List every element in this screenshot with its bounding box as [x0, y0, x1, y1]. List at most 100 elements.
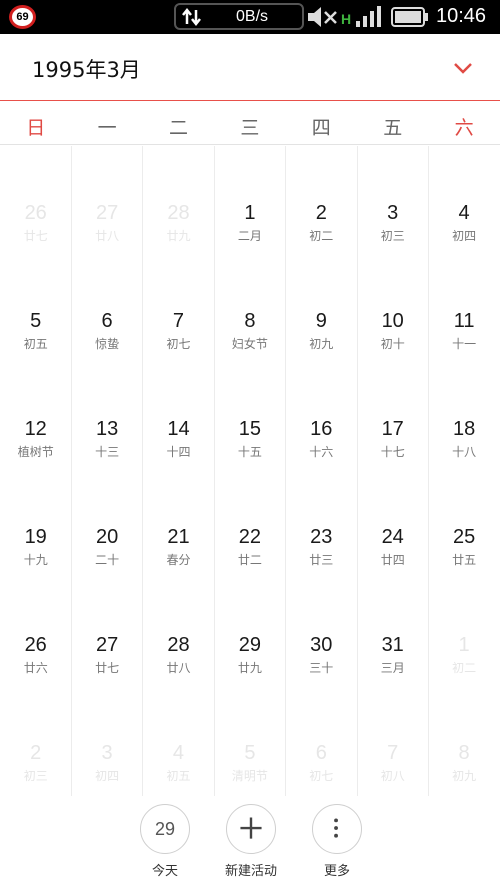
day-cell[interactable]: 29 廿九: [214, 578, 285, 686]
day-cell[interactable]: 8 初九: [428, 686, 499, 794]
lunar-date: 廿三: [309, 553, 334, 567]
day-cell[interactable]: 2 初三: [0, 686, 71, 794]
day-number: 25: [452, 526, 476, 548]
lunar-date: 初九: [452, 769, 477, 783]
today-button[interactable]: 29: [140, 804, 190, 854]
new-event-button[interactable]: [226, 804, 276, 854]
status-bar: 69 0B/s H 10:46: [0, 0, 500, 34]
lunar-date: 初七: [166, 337, 191, 351]
calendar-grid: 26 廿七 27 廿八 28 廿九 1 二月 2 初二 3 初三 4 初四 5 初五 6 惊蛰 7 初七 8 妇女节 9 初九…: [0, 146, 500, 796]
day-cell[interactable]: 26 廿六: [0, 578, 71, 686]
day-cell[interactable]: 18 十八: [428, 362, 499, 470]
lunar-date: 廿五: [452, 553, 477, 567]
day-cell[interactable]: 31 三月: [357, 578, 428, 686]
day-cell[interactable]: 7 初八: [357, 686, 428, 794]
day-cell[interactable]: 1 初二: [428, 578, 499, 686]
weekday-saturday: 六: [454, 117, 474, 139]
day-cell[interactable]: 6 初七: [286, 686, 357, 794]
lunar-date: 初二: [452, 661, 477, 675]
day-cell[interactable]: 24 廿四: [357, 470, 428, 578]
lunar-date: 惊蛰: [95, 337, 120, 351]
day-cell[interactable]: 20 二十: [71, 470, 142, 578]
day-number: 20: [95, 526, 119, 548]
weekday-header-row: 日 一 二 三 四 五 六: [0, 101, 500, 145]
day-number: 11: [453, 310, 475, 332]
day-cell[interactable]: 5 初五: [0, 254, 71, 362]
lunar-date: 春分: [166, 553, 191, 567]
day-cell[interactable]: 27 廿七: [71, 578, 142, 686]
lunar-date: 初四: [452, 229, 477, 243]
day-cell[interactable]: 28 廿八: [143, 578, 214, 686]
day-number: 2: [315, 202, 327, 224]
day-cell[interactable]: 12 植树节: [0, 362, 71, 470]
weekday-tuesday: 二: [168, 117, 188, 139]
day-number: 24: [381, 526, 404, 548]
day-number: 9: [315, 310, 327, 332]
weekday-sunday: 日: [26, 117, 46, 139]
lunar-date: 初三: [380, 229, 405, 243]
lunar-date: 十一: [452, 337, 477, 351]
day-number: 30: [310, 634, 333, 656]
net-speed-text: 0B/s: [236, 8, 269, 25]
day-cell[interactable]: 8 妇女节: [214, 254, 285, 362]
day-cell[interactable]: 11 十一: [428, 254, 499, 362]
day-number: 1: [244, 202, 256, 224]
weekday-monday: 一: [97, 117, 117, 139]
day-number: 6: [315, 742, 327, 764]
day-number: 27: [95, 202, 119, 224]
day-cell[interactable]: 6 惊蛰: [71, 254, 142, 362]
network-type-label: H: [341, 11, 352, 27]
day-number: 22: [238, 526, 261, 548]
day-number: 17: [381, 418, 404, 440]
day-number: 4: [458, 202, 470, 224]
lunar-date: 廿七: [95, 661, 120, 675]
day-cell[interactable]: 3 初四: [71, 686, 142, 794]
bottom-action-bar: 29 今天 新建活动 更多: [0, 796, 500, 888]
day-cell[interactable]: 3 初三: [357, 146, 428, 254]
day-cell[interactable]: 10 初十: [357, 254, 428, 362]
day-cell[interactable]: 17 十七: [357, 362, 428, 470]
lunar-date: 初八: [380, 769, 405, 783]
day-cell[interactable]: 14 十四: [143, 362, 214, 470]
lunar-date: 初七: [309, 769, 334, 783]
day-cell[interactable]: 25 廿五: [428, 470, 499, 578]
lunar-date: 初十: [380, 337, 405, 351]
lunar-date: 初三: [23, 769, 48, 783]
day-cell[interactable]: 2 初二: [286, 146, 357, 254]
day-cell[interactable]: 4 初四: [428, 146, 499, 254]
day-cell[interactable]: 23 廿三: [286, 470, 357, 578]
day-cell[interactable]: 9 初九: [286, 254, 357, 362]
day-number: 28: [167, 202, 190, 224]
lunar-date: 十九: [23, 553, 48, 567]
day-number: 13: [95, 418, 119, 440]
month-title[interactable]: 1995年3月: [32, 54, 141, 84]
lunar-date: 初九: [309, 337, 334, 351]
more-button[interactable]: [312, 804, 362, 854]
day-cell[interactable]: 30 三十: [286, 578, 357, 686]
today-date-number: 29: [154, 819, 176, 839]
day-cell[interactable]: 16 十六: [286, 362, 357, 470]
chevron-down-icon[interactable]: [452, 60, 474, 76]
lunar-date: 廿二: [237, 553, 262, 567]
day-number: 26: [24, 202, 47, 224]
lunar-date: 初四: [95, 769, 120, 783]
day-cell[interactable]: 4 初五: [143, 686, 214, 794]
day-cell[interactable]: 22 廿二: [214, 470, 285, 578]
day-cell[interactable]: 19 十九: [0, 470, 71, 578]
day-number: 2: [30, 742, 42, 764]
day-cell[interactable]: 15 十五: [214, 362, 285, 470]
day-cell[interactable]: 1 二月: [214, 146, 285, 254]
signal-strength-icon: [356, 6, 381, 27]
day-cell[interactable]: 13 十三: [71, 362, 142, 470]
day-number: 27: [95, 634, 119, 656]
lunar-date: 二月: [237, 229, 262, 243]
day-cell[interactable]: 26 廿七: [0, 146, 71, 254]
network-speed-indicator: 0B/s: [174, 3, 304, 30]
day-cell[interactable]: 28 廿九: [143, 146, 214, 254]
day-cell[interactable]: 27 廿八: [71, 146, 142, 254]
day-number: 23: [310, 526, 333, 548]
day-cell[interactable]: 21 春分: [143, 470, 214, 578]
day-cell[interactable]: 5 清明节: [214, 686, 285, 794]
day-cell[interactable]: 7 初七: [143, 254, 214, 362]
more-label: 更多: [323, 864, 350, 879]
